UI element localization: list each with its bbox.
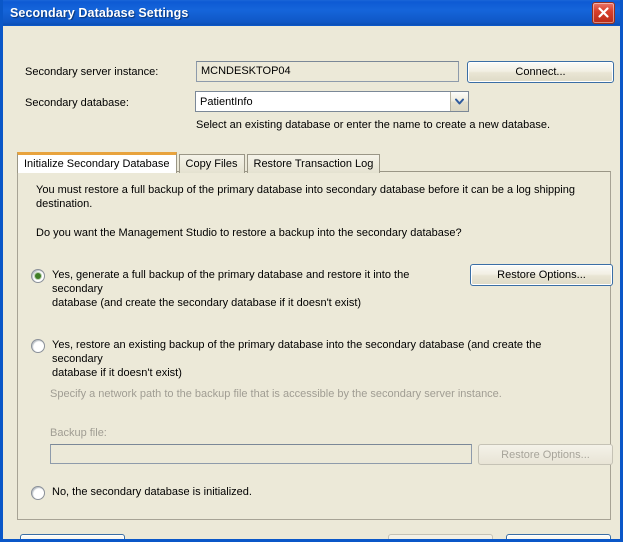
close-icon[interactable] bbox=[592, 1, 615, 24]
connect-button[interactable]: Connect... bbox=[467, 61, 614, 83]
backup-file-label: Backup file: bbox=[50, 427, 107, 439]
radio-restore-existing-backup[interactable] bbox=[31, 339, 45, 353]
chevron-down-icon[interactable] bbox=[450, 92, 468, 111]
secondary-database-settings-dialog: Secondary Database Settings Secondary se… bbox=[0, 0, 623, 542]
radio-already-initialized[interactable] bbox=[31, 486, 45, 500]
secondary-server-instance-label: Secondary server instance: bbox=[25, 66, 159, 78]
network-path-hint: Specify a network path to the backup fil… bbox=[50, 388, 502, 400]
tab-label: Restore Transaction Log bbox=[253, 158, 374, 170]
option-restore-existing-backup-label: Yes, restore an existing backup of the p… bbox=[52, 338, 591, 380]
secondary-database-hint: Select an existing database or enter the… bbox=[196, 119, 551, 131]
tab-copy-files[interactable]: Copy Files bbox=[178, 154, 245, 173]
option-line-1: Yes, restore an existing backup of the p… bbox=[52, 339, 542, 365]
tab-restore-transaction-log[interactable]: Restore Transaction Log bbox=[246, 154, 381, 173]
backup-file-input[interactable] bbox=[50, 444, 472, 464]
option-already-initialized-label: No, the secondary database is initialize… bbox=[52, 486, 252, 498]
dialog-footer: Help OK Cancel bbox=[3, 520, 620, 539]
panel-intro-text: You must restore a full backup of the pr… bbox=[36, 184, 575, 210]
initialize-secondary-database-panel: You must restore a full backup of the pr… bbox=[17, 171, 613, 520]
option-line-2: database if it doesn't exist) bbox=[52, 367, 182, 379]
window-title: Secondary Database Settings bbox=[10, 5, 189, 20]
cancel-button[interactable]: Cancel bbox=[506, 534, 611, 539]
tabstrip: Initialize Secondary Database Copy Files… bbox=[17, 152, 382, 173]
tab-label: Initialize Secondary Database bbox=[24, 158, 170, 170]
option-line-1: Yes, generate a full backup of the prima… bbox=[52, 269, 410, 295]
option-generate-full-backup-label: Yes, generate a full backup of the prima… bbox=[52, 268, 461, 310]
option-generate-full-backup[interactable]: Yes, generate a full backup of the prima… bbox=[31, 268, 461, 310]
restore-options-secondary-button[interactable]: Restore Options... bbox=[478, 444, 613, 465]
tab-initialize-secondary-database[interactable]: Initialize Secondary Database bbox=[17, 152, 177, 173]
ok-button[interactable]: OK bbox=[388, 534, 493, 539]
option-line-2: database (and create the secondary datab… bbox=[52, 297, 362, 309]
tab-label: Copy Files bbox=[185, 158, 238, 170]
restore-options-primary-button[interactable]: Restore Options... bbox=[470, 264, 613, 286]
option-already-initialized[interactable]: No, the secondary database is initialize… bbox=[31, 485, 431, 500]
dialog-client-area: Secondary server instance: MCNDESKTOP04 … bbox=[3, 26, 620, 539]
secondary-database-combobox[interactable]: PatientInfo bbox=[195, 91, 469, 112]
option-restore-existing-backup[interactable]: Yes, restore an existing backup of the p… bbox=[31, 338, 591, 380]
secondary-database-value: PatientInfo bbox=[200, 95, 253, 108]
secondary-server-instance-input[interactable]: MCNDESKTOP04 bbox=[196, 61, 459, 82]
panel-question-text: Do you want the Management Studio to res… bbox=[36, 227, 462, 239]
radio-generate-full-backup[interactable] bbox=[31, 269, 45, 283]
titlebar: Secondary Database Settings bbox=[3, 0, 620, 26]
secondary-database-label: Secondary database: bbox=[25, 97, 129, 109]
help-button[interactable]: Help bbox=[20, 534, 125, 539]
